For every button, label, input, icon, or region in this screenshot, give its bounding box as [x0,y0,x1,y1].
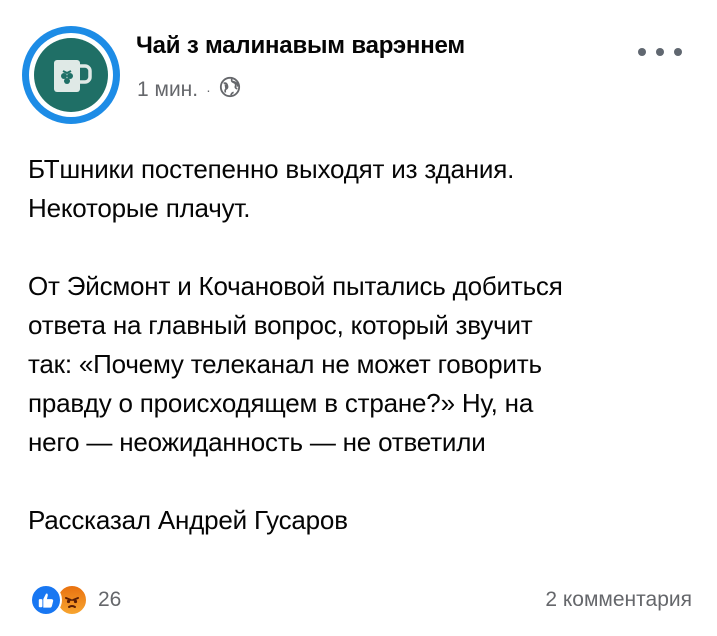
reaction-count: 26 [98,588,122,611]
comments-count-link[interactable]: 2 комментария [545,588,692,612]
more-horizontal-icon [638,48,646,56]
post-text: БТшники постепенно выходят из здания. Не… [28,150,693,540]
page-name-link[interactable]: Чай з малинавым варэннем [136,32,465,60]
post-header: Чай з малинавым варэннем 1 мин. · [22,26,702,126]
page-avatar[interactable] [22,26,120,124]
post-meta: 1 мин. · [137,76,241,104]
post-timestamp[interactable]: 1 мин. [137,78,198,102]
meta-separator: · [206,82,211,98]
post-footer: 26 2 комментария [30,582,692,618]
post-paragraph: От Эйсмонт и Кочановой пытались добиться… [28,271,563,457]
post-paragraph: БТшники постепенно выходят из здания. Не… [28,154,515,223]
more-options-button[interactable] [638,40,682,64]
tea-cup-logo-icon [34,38,108,112]
reactions-summary[interactable]: 26 [30,584,121,616]
post-paragraph: Рассказал Андрей Гусаров [28,505,348,535]
like-icon [30,584,62,616]
globe-icon[interactable] [219,76,241,104]
facebook-post: Чай з малинавым варэннем 1 мин. · БТшник… [0,0,717,636]
